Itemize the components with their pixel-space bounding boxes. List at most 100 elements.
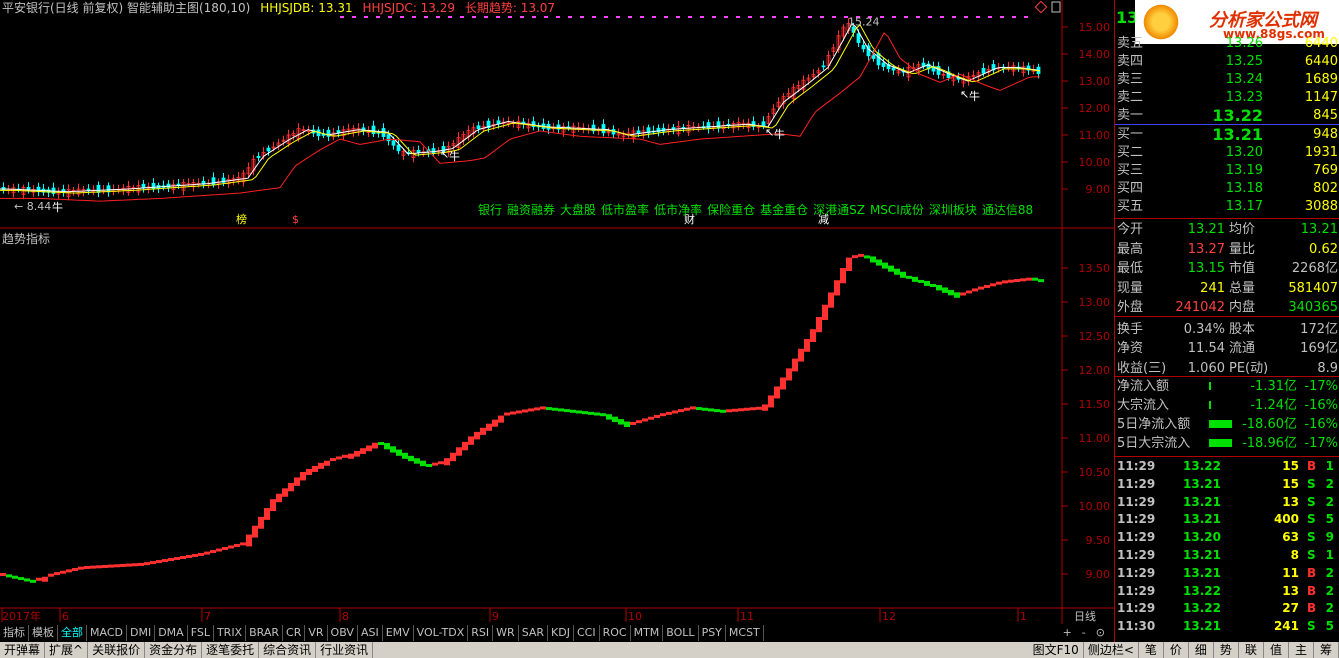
candle-body — [396, 144, 401, 152]
order-book-row[interactable]: 卖一 13.22 845 — [1115, 107, 1339, 125]
tab-control-button[interactable]: - — [1077, 625, 1091, 641]
trend-block-up — [492, 419, 498, 427]
indicator-tab[interactable]: CCI — [574, 625, 600, 641]
indicator-tab[interactable]: TRIX — [214, 625, 247, 641]
indicator-tab[interactable]: BOLL — [663, 625, 699, 641]
tick-price: 13.22 — [1183, 459, 1221, 473]
concept-tag[interactable]: MSCI成份 — [870, 203, 924, 217]
trend-block-flat — [654, 414, 660, 418]
indicator-tab[interactable]: EMV — [383, 625, 414, 641]
kline-chart[interactable]: 15.00 14.00 13.00 12.00 11.00 10.00 9.00 13.50 1… — [0, 0, 1114, 624]
bottom-button[interactable]: 开弹幕 — [0, 642, 46, 658]
indicator-tab[interactable]: SAR — [519, 625, 549, 641]
indicator-tab[interactable]: DMI — [127, 625, 156, 641]
order-book-row[interactable]: 买四 13.18 802 — [1115, 180, 1339, 198]
tick-direction: S — [1307, 530, 1316, 545]
trend-block-flat — [972, 288, 978, 292]
indicator-tab[interactable]: FSL — [188, 625, 214, 641]
bottom-right-button[interactable]: 势 — [1214, 642, 1239, 658]
indicator-tab[interactable]: RSI — [468, 625, 494, 641]
bottom-right-button[interactable]: 笔 — [1139, 642, 1164, 658]
concept-tag[interactable]: 通达信88 — [982, 203, 1033, 217]
tab-control-button[interactable]: ⊙ — [1091, 625, 1110, 641]
stat-label: 净资 — [1117, 341, 1144, 356]
concept-tag[interactable]: 低市净率 — [654, 203, 702, 217]
concept-tag[interactable]: 基金重仓 — [760, 203, 808, 217]
concept-tag[interactable]: 深港通SZ — [813, 203, 865, 217]
indicator-tab[interactable]: MACD — [87, 625, 127, 641]
tick-time: 11:29 — [1117, 548, 1156, 562]
trend-block-flat — [336, 456, 342, 460]
indicator-tab[interactable]: VR — [305, 625, 328, 641]
order-book-row[interactable]: 卖三 13.24 1689 — [1115, 71, 1339, 89]
indicator-tab[interactable]: ROC — [600, 625, 631, 641]
trend-block-flat — [192, 553, 198, 557]
bottom-button[interactable]: 行业资讯 — [316, 642, 374, 658]
trend-block-flat — [534, 407, 540, 411]
trend-block-flat — [738, 408, 744, 412]
bottom-right-button[interactable]: 价 — [1164, 642, 1189, 658]
bottom-button[interactable]: 资金分布 — [145, 642, 203, 658]
trend-block-up — [366, 445, 372, 452]
tick-time: 11:29 — [1117, 494, 1156, 509]
flow-value: -1.31亿 — [1250, 379, 1297, 394]
indicator-tab[interactable]: MCST — [726, 625, 764, 641]
trend-block-flat — [666, 411, 672, 415]
bottom-button[interactable]: 逐笔委托 — [202, 642, 260, 658]
indicator-tab[interactable]: MTM — [631, 625, 664, 641]
indicator-tab[interactable]: ASI — [358, 625, 383, 641]
indicator-tab[interactable]: BRAR — [246, 625, 284, 641]
order-book-row[interactable]: 卖二 13.23 1147 — [1115, 89, 1339, 107]
tab-control-button[interactable]: + — [1058, 625, 1077, 641]
bottom-button[interactable]: 扩展^ — [45, 642, 89, 658]
bottom-button[interactable]: 综合资讯 — [259, 642, 317, 658]
indicator-tab[interactable]: 全部 — [58, 625, 87, 641]
tick-row: 11:29 13.21 8 S 1 — [1115, 546, 1339, 564]
tick-time: 11:29 — [1117, 459, 1156, 473]
trend-block-up — [462, 441, 468, 451]
bottom-right-button[interactable]: 侧边栏< — [1084, 642, 1139, 658]
concept-tag[interactable]: 深圳板块 — [929, 203, 977, 217]
trend-block-flat — [732, 408, 738, 412]
trend-block-flat — [66, 569, 72, 573]
order-book-row[interactable]: 买二 13.20 1931 — [1115, 144, 1339, 162]
concept-tag[interactable]: 银行 — [478, 203, 502, 217]
tick-count: 2 — [1325, 565, 1334, 580]
flow-label: 5日大宗流入 — [1117, 436, 1191, 451]
concept-tag[interactable]: 融资融券 — [507, 203, 555, 217]
trend-block-up — [456, 447, 462, 456]
bottom-right-button[interactable]: 联 — [1239, 642, 1264, 658]
trend-block-flat — [918, 279, 924, 283]
indicator-tab[interactable]: WR — [493, 625, 519, 641]
flow-percent: -16% — [1304, 417, 1338, 432]
indicator-tab[interactable]: 模板 — [29, 625, 58, 641]
bottom-right-button[interactable]: 筹 — [1314, 642, 1339, 658]
indicator-tab[interactable]: KDJ — [548, 625, 574, 641]
x-axis-period-label: 日线 — [1074, 609, 1096, 623]
order-book-row[interactable]: 买三 13.19 769 — [1115, 162, 1339, 180]
indicator-tab[interactable]: CR — [283, 625, 306, 641]
quote-stat-row: 外盘 241042 内盘 340365 — [1115, 298, 1339, 318]
indicator-tab[interactable]: VOL-TDX — [414, 625, 469, 641]
order-book-row[interactable]: 买五 13.17 3088 — [1115, 198, 1339, 216]
indicator-tab[interactable]: PSY — [699, 625, 726, 641]
trend-block-up — [822, 304, 828, 320]
bottom-button[interactable]: 关联报价 — [88, 642, 146, 658]
order-book-row[interactable]: 卖四 13.25 6440 — [1115, 53, 1339, 71]
indicator-tabs[interactable]: 指标 模板 全部 MACD DMI DMA FSL TRIX BRAR CR VR OBV ASI EMV… — [0, 625, 1114, 641]
bottom-right-button[interactable]: 值 — [1264, 642, 1289, 658]
bottom-right-button[interactable]: 细 — [1189, 642, 1214, 658]
order-book-row[interactable]: 卖五 13.26 6440 — [1115, 35, 1339, 53]
trend-block-down — [624, 421, 630, 427]
order-book-row[interactable]: 买一 13.21 948 — [1115, 126, 1339, 144]
tick-volume: 11 — [1282, 565, 1299, 580]
indicator-tab[interactable]: 指标 — [0, 625, 29, 641]
bottom-right-button[interactable]: 主 — [1289, 642, 1314, 658]
concept-tag[interactable]: 保险重仓 — [707, 203, 755, 217]
tick-volume: 400 — [1273, 512, 1299, 527]
indicator-tab[interactable]: DMA — [155, 625, 188, 641]
concept-tag[interactable]: 低市盈率 — [601, 203, 649, 217]
bottom-right-button[interactable]: 图文F10 — [1029, 642, 1084, 658]
concept-tag[interactable]: 大盘股 — [560, 203, 596, 217]
indicator-tab[interactable]: OBV — [328, 625, 358, 641]
